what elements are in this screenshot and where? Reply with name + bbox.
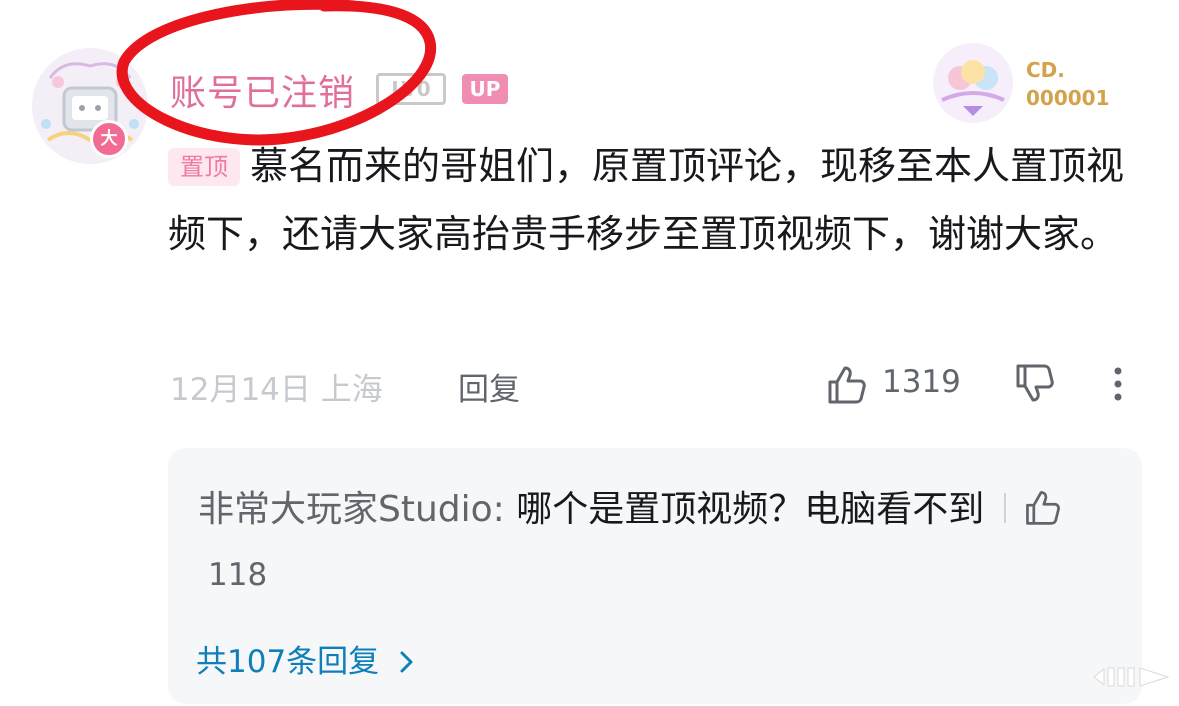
thumbs-up-icon[interactable] xyxy=(824,362,868,406)
reply-username[interactable]: 非常大玩家Studio: xyxy=(198,489,505,530)
fan-medal-label: CD. 000001 xyxy=(1026,56,1126,112)
reply-thumbs-up-icon[interactable] xyxy=(1022,487,1062,527)
comment-text: 慕名而来的哥姐们，原置顶评论，现移至本人置顶视频下，还请大家高抬贵手移步至置顶视… xyxy=(168,144,1125,256)
comment-body: 置顶 慕名而来的哥姐们，原置顶评论，现移至本人置顶视频下，还请大家高抬贵手移步至置… xyxy=(168,132,1158,268)
reply-separator xyxy=(1004,493,1007,523)
comment-date-location: 12月14日 上海 xyxy=(170,372,383,408)
reply-like-count: 118 xyxy=(208,557,268,593)
like-count: 1319 xyxy=(882,364,961,400)
more-vertical-icon[interactable] xyxy=(1104,362,1132,406)
fan-medal-line1: CD. xyxy=(1026,58,1065,82)
reply-preview[interactable]: 非常大玩家Studio: 哪个是置顶视频？电脑看不到 118 xyxy=(198,478,1098,607)
avatar-level-badge: 大 xyxy=(90,120,128,158)
username[interactable]: 账号已注销 xyxy=(170,64,355,116)
avatar-image xyxy=(32,48,148,164)
up-badge: UP xyxy=(462,74,508,104)
avatar[interactable]: 大 xyxy=(28,44,152,168)
chevron-right-icon xyxy=(400,651,413,673)
pinned-badge: 置顶 xyxy=(168,148,240,186)
view-all-replies-label: 共107条回复 xyxy=(196,644,380,680)
fan-medal-line2: 000001 xyxy=(1026,86,1110,110)
reply-text: 哪个是置顶视频？电脑看不到 xyxy=(504,489,985,530)
watermark-icon xyxy=(1093,667,1170,687)
fan-medal-image xyxy=(933,43,1013,123)
thumbs-down-icon[interactable] xyxy=(1012,362,1056,406)
reply-button[interactable]: 回复 xyxy=(458,364,520,409)
fan-medal-avatar[interactable] xyxy=(930,40,1016,126)
view-all-replies-link[interactable]: 共107条回复 xyxy=(196,636,417,681)
user-level-badge: LV0 xyxy=(376,73,446,105)
